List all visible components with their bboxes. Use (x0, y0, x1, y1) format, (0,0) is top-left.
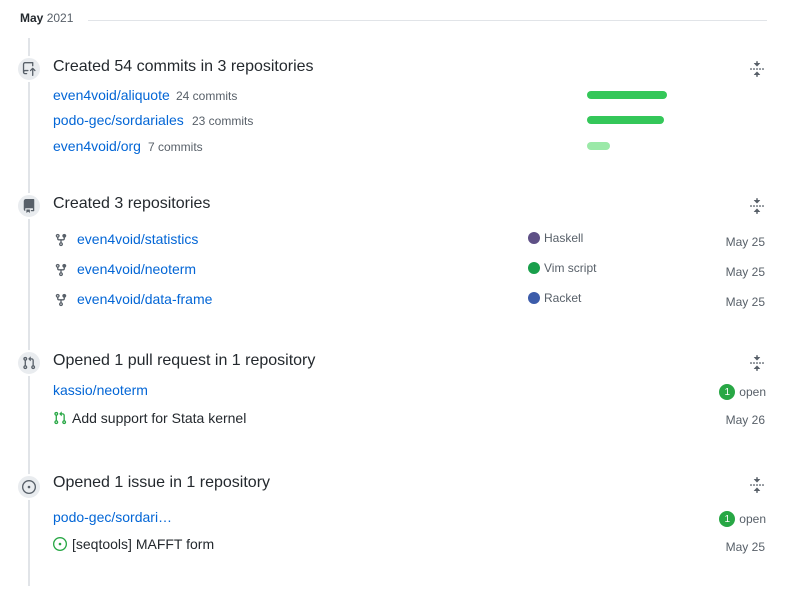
issue-title[interactable]: [seqtools] MAFFT form (72, 536, 214, 552)
commits-section-title: Created 54 commits in 3 repositories (53, 58, 314, 75)
commit-repo-link[interactable]: podo-gec/sordariales (53, 112, 184, 128)
month-year: 2021 (46, 11, 74, 25)
pr-repo-link[interactable]: kassio/neoterm (53, 382, 148, 398)
pr-section-title: Opened 1 pull request in 1 repository (53, 352, 316, 369)
repo-icon (16, 193, 42, 219)
issue-open-badge: 1 open (719, 511, 766, 527)
repo-language: Haskell (528, 231, 583, 245)
git-pull-request-icon (54, 411, 67, 425)
language-name: Racket (544, 291, 582, 305)
repo-date: May 25 (725, 235, 765, 249)
repo-link[interactable]: even4void/statistics (77, 231, 198, 247)
commit-repo-link[interactable]: even4void/aliquote (53, 87, 170, 103)
repo-forked-icon (55, 293, 67, 307)
issue-repo-link[interactable]: podo-gec/sordari… (53, 509, 172, 525)
commit-count: 7 commits (148, 140, 203, 154)
issue-count: 1 (719, 511, 736, 527)
pr-date: May 26 (725, 413, 765, 427)
month-divider (88, 20, 767, 21)
repo-language: Racket (528, 291, 581, 305)
language-color-dot (528, 232, 540, 244)
fold-icon[interactable] (749, 61, 765, 77)
fold-icon[interactable] (749, 477, 765, 493)
repo-link[interactable]: even4void/data-frame (77, 291, 212, 307)
issue-status: open (739, 512, 766, 526)
issue-item[interactable]: [seqtools] MAFFT form (53, 536, 214, 552)
repo-date: May 25 (725, 295, 765, 309)
repo-forked-icon (55, 263, 67, 277)
commit-repo-link[interactable]: even4void/org (53, 138, 141, 154)
commit-bar (587, 116, 664, 124)
repos-section-title: Created 3 repositories (53, 195, 211, 212)
repo-forked-icon (55, 233, 67, 247)
commit-bar (587, 91, 667, 99)
language-name: Haskell (544, 231, 584, 245)
commit-bar (587, 142, 610, 150)
fold-icon[interactable] (749, 355, 765, 371)
pr-title[interactable]: Add support for Stata kernel (72, 410, 246, 426)
language-color-dot (528, 292, 540, 304)
issue-opened-icon (53, 537, 67, 551)
pr-open-badge: 1 open (719, 384, 766, 400)
git-pull-request-icon (16, 350, 42, 376)
issues-section-title: Opened 1 issue in 1 repository (53, 474, 271, 491)
repo-push-icon (16, 56, 42, 82)
month-header: May 2021 (20, 11, 73, 25)
fold-icon[interactable] (749, 198, 765, 214)
repo-date: May 25 (725, 265, 765, 279)
repo-language: Vim script (528, 261, 596, 275)
commit-count: 24 commits (176, 89, 238, 103)
pr-count: 1 (719, 384, 736, 400)
language-name: Vim script (544, 261, 597, 275)
language-color-dot (528, 262, 540, 274)
repo-link[interactable]: even4void/neoterm (77, 261, 196, 277)
pr-item[interactable]: Add support for Stata kernel (53, 410, 246, 426)
issue-date: May 25 (725, 540, 765, 554)
issue-opened-icon (16, 474, 42, 500)
month-label: May (20, 11, 44, 25)
timeline-line (28, 38, 30, 586)
pr-status: open (739, 385, 766, 399)
commit-count: 23 commits (192, 114, 254, 128)
